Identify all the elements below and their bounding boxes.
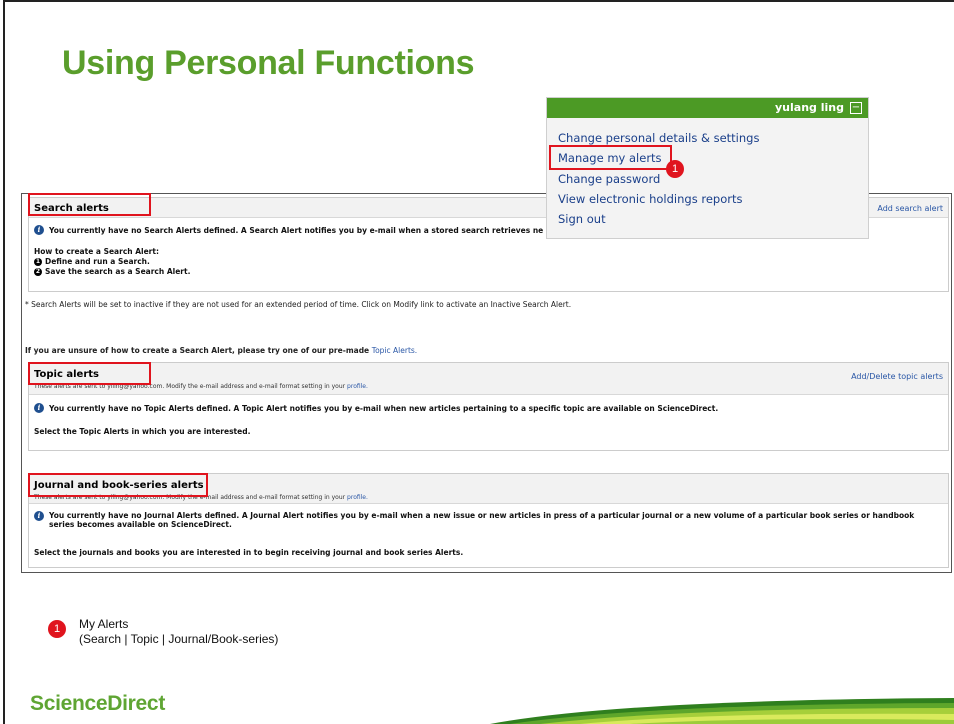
journal-alerts-info: i You currently have no Journal Alerts d… bbox=[34, 511, 914, 529]
journal-info-line-2: series becomes available on ScienceDirec… bbox=[49, 520, 232, 529]
sciencedirect-logo: ScienceDirect bbox=[30, 692, 166, 715]
step-number: 1 bbox=[34, 257, 42, 266]
topic-alerts-header: Topic alerts These alerts are sent to yi… bbox=[29, 363, 948, 395]
step-1: 1 Define and run a Search. bbox=[34, 257, 190, 266]
legend-line-2: (Search | Topic | Journal/Book-series) bbox=[79, 632, 279, 646]
search-alerts-info: i You currently have no Search Alerts de… bbox=[34, 225, 543, 235]
menu-item-personal-details[interactable]: Change personal details & settings bbox=[558, 131, 759, 145]
topic-alerts-info-text: You currently have no Topic Alerts defin… bbox=[49, 403, 719, 413]
search-alerts-info-text: You currently have no Search Alerts defi… bbox=[49, 225, 544, 235]
how-to-section: How to create a Search Alert: 1 Define a… bbox=[34, 247, 190, 276]
step-number: 2 bbox=[34, 267, 42, 276]
how-to-title: How to create a Search Alert: bbox=[34, 247, 159, 256]
topic-alerts-highlight bbox=[28, 362, 151, 385]
user-menu-header: yulang ling − bbox=[547, 98, 868, 118]
collapse-icon[interactable]: − bbox=[850, 102, 862, 114]
step-text: Define and run a Search. bbox=[45, 257, 150, 266]
menu-item-change-password[interactable]: Change password bbox=[558, 172, 660, 186]
journal-alerts-highlight bbox=[28, 473, 208, 497]
topic-alerts-select[interactable]: Select the Topic Alerts in which you are… bbox=[34, 427, 250, 436]
topic-alerts-link[interactable]: Topic Alerts. bbox=[372, 346, 417, 355]
decorative-swoosh bbox=[490, 698, 954, 724]
legend-badge: 1 bbox=[48, 620, 66, 638]
slide-title: Using Personal Functions bbox=[62, 44, 475, 82]
info-icon: i bbox=[34, 511, 44, 521]
menu-item-sign-out[interactable]: Sign out bbox=[558, 212, 606, 226]
step-text: Save the search as a Search Alert. bbox=[45, 267, 191, 276]
topic-alerts-info: i You currently have no Topic Alerts def… bbox=[34, 403, 718, 413]
inactive-note: * Search Alerts will be set to inactive … bbox=[25, 300, 572, 309]
legend-text: My Alerts (Search | Topic | Journal/Book… bbox=[79, 617, 278, 647]
journal-alerts-select[interactable]: Select the journals and books you are in… bbox=[34, 548, 463, 557]
user-name[interactable]: yulang ling bbox=[775, 101, 844, 114]
search-alerts-highlight bbox=[28, 193, 151, 216]
premade-text: If you are unsure of how to create a Sea… bbox=[25, 346, 370, 355]
callout-badge: 1 bbox=[666, 160, 684, 178]
step-2: 2 Save the search as a Search Alert. bbox=[34, 267, 190, 276]
add-search-alert-link[interactable]: Add search alert bbox=[877, 204, 943, 213]
topic-alerts-panel: Topic alerts These alerts are sent to yi… bbox=[28, 362, 949, 451]
journal-info-block: You currently have no Journal Alerts def… bbox=[49, 511, 914, 529]
journal-info-line-1: You currently have no Journal Alerts def… bbox=[49, 511, 915, 520]
legend-line-1: My Alerts bbox=[79, 617, 129, 631]
info-icon: i bbox=[34, 225, 44, 235]
alerts-screenshot: Search alerts Add search alert i You cur… bbox=[21, 193, 952, 573]
premade-note: If you are unsure of how to create a Sea… bbox=[25, 346, 417, 355]
manage-alerts-highlight bbox=[549, 145, 672, 170]
info-icon: i bbox=[34, 403, 44, 413]
add-delete-topic-alerts-link[interactable]: Add/Delete topic alerts bbox=[851, 372, 943, 381]
profile-link[interactable]: profile. bbox=[347, 383, 368, 390]
profile-link[interactable]: profile. bbox=[347, 494, 368, 501]
menu-item-holdings-reports[interactable]: View electronic holdings reports bbox=[558, 192, 742, 206]
